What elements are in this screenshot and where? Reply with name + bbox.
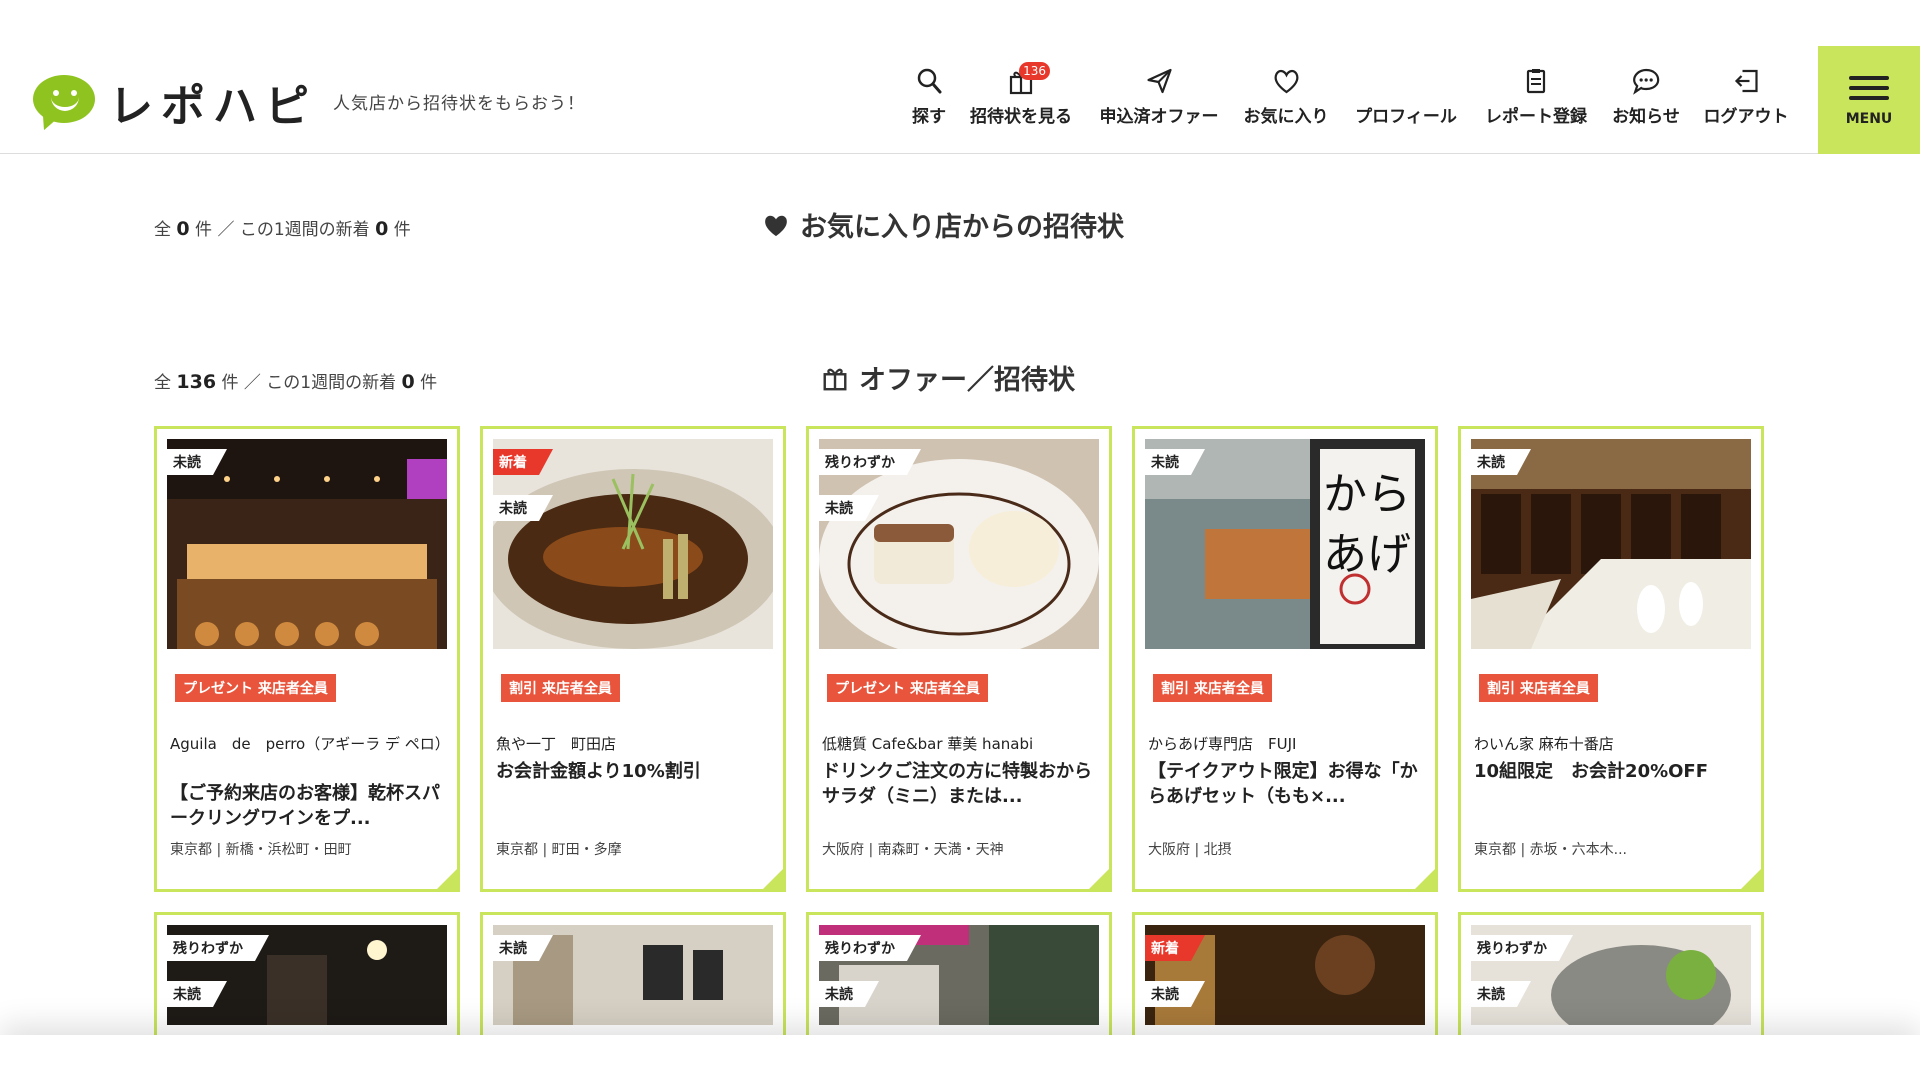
offer-title: 10組限定 お会計20%OFF [1474,761,1709,782]
search-icon [914,66,944,96]
card-corner-fold [1738,866,1764,892]
offer-category-badge: プレゼント 来店者全員 [827,674,988,702]
offer-title: 【テイクアウト限定】お得な「からあげセット（もも×... [1148,761,1418,807]
shop-name: 低糖質 Cafe&bar 華美 hanabi [822,735,1034,753]
unread-tag: 未読 [493,495,553,521]
card-corner-fold [1412,866,1438,892]
logout-icon [1731,66,1761,96]
shop-area: 大阪府 | 北摂 [1148,842,1232,858]
chat-icon [1631,66,1661,96]
unread-tag: 未読 [819,981,879,1007]
card-tags: 未読 [167,439,227,485]
unread-tag: 未読 [1145,449,1205,475]
nav-report-register[interactable]: レポート登録 [1485,66,1587,127]
offer-category-badge: 割引 来店者全員 [501,674,620,702]
card-tags: 新着 未読 [1145,925,1205,1017]
paper-plane-icon [1144,66,1174,96]
shop-area: 東京都 | 町田・多摩 [496,842,622,858]
invitation-count-badge: 136 [1019,62,1050,80]
gift-icon: 136 [1006,62,1050,96]
unread-tag: 未読 [493,935,553,961]
site-logo[interactable]: レポハピ [33,72,317,134]
offer-category-badge: 割引 来店者全員 [1153,674,1272,702]
site-header: レポハピ 人気店から招待状をもらおう！ 探す 136 招待状を見る 申込済オファ… [0,0,1920,154]
logo-smile-icon [33,75,97,134]
card-corner-fold [434,866,460,892]
shop-area: 東京都 | 新橋・浜松町・田町 [170,842,352,858]
menu-button[interactable]: MENU [1818,46,1920,154]
nav-applied-offers[interactable]: 申込済オファー [1100,66,1219,127]
unread-tag: 未読 [1471,981,1531,1007]
favorites-title: お気に入り店からの招待状 [762,205,1124,244]
card-tags: 新着 未読 [493,439,553,531]
shop-name: わいん家 麻布十番店 [1474,735,1614,753]
nav-favorites[interactable]: お気に入り [1244,66,1329,127]
card-corner-fold [760,866,786,892]
card-tags: 残りわずか 未読 [819,925,921,1017]
offer-title: ドリンクご注文の方に特製おからサラダ（ミニ）または... [822,761,1092,807]
shop-area: 大阪府 | 南森町・天満・天神 [822,842,1004,858]
offer-category-badge: プレゼント 来店者全員 [175,674,336,702]
limited-tag: 残りわずか [819,935,921,961]
nav-invitations[interactable]: 136 招待状を見る [970,62,1072,127]
unread-tag: 未読 [1471,449,1531,475]
card-tags: 残りわずか 未読 [1471,925,1573,1017]
clipboard-icon [1521,66,1551,96]
unread-tag: 未読 [1145,981,1205,1007]
limited-tag: 残りわずか [819,449,921,475]
card-tags: 残りわずか 未読 [819,439,921,531]
unread-tag: 未読 [819,495,879,521]
tagline: 人気店から招待状をもらおう！ [333,94,585,114]
unread-tag: 未読 [167,981,227,1007]
offer-card[interactable]: 残りわずか未読 プレゼント 来店者全員 低糖質 Cafe&bar 華美 hana… [806,426,1112,892]
hamburger-icon [1849,76,1889,80]
svg-text:から: から [1323,469,1411,520]
card-tags: 未読 [1471,439,1531,485]
unread-tag: 未読 [167,449,227,475]
user-icon [1391,66,1421,96]
card-tags: 未読 [1145,439,1205,485]
offer-title: お会計金額より10%割引 [496,761,701,782]
offers-count: 全 136 件 ／ この1週間の新着 0 件 [154,371,438,393]
card-tags: 残りわずか 未読 [167,925,269,1017]
limited-tag: 残りわずか [1471,935,1573,961]
new-tag: 新着 [493,449,553,475]
nav-logout[interactable]: ログアウト [1704,66,1789,127]
offer-title: 【ご予約来店のお客様】乾杯スパークリングワインをプ... [170,783,440,829]
bottom-fade [0,1035,1920,1080]
heart-icon [1271,66,1301,96]
card-tags: 未読 [493,925,553,971]
nav-profile[interactable]: プロフィール [1355,66,1457,127]
offer-card[interactable]: 未読 プレゼント 来店者全員 Aguila de perro（アギーラ デ ペロ… [154,426,460,892]
shop-name: からあげ専門店 FUJI [1148,735,1297,753]
new-tag: 新着 [1145,935,1205,961]
offer-card[interactable]: 新着未読 割引 来店者全員 魚や一丁 町田店 お会計金額より10%割引 東京都 … [480,426,786,892]
offers-title: オファー／招待状 [821,358,1075,397]
card-corner-fold [1086,866,1112,892]
svg-text:あげ: あげ [1323,529,1411,580]
nav-notifications[interactable]: お知らせ [1612,66,1680,127]
heart-filled-icon [765,215,787,236]
shop-name: Aguila de perro（アギーラ デ ペロ） [170,735,450,753]
logo-text: レポハピ [109,81,317,132]
shop-area: 東京都 | 赤坂・六本木... [1474,842,1627,858]
limited-tag: 残りわずか [167,935,269,961]
offer-card[interactable]: 未読 割引 来店者全員 わいん家 麻布十番店 10組限定 お会計20%OFF 東… [1458,426,1764,892]
offer-category-badge: 割引 来店者全員 [1479,674,1598,702]
offer-card[interactable]: からあげ 未読 割引 来店者全員 からあげ専門店 FUJI 【テイクアウト限定】… [1132,426,1438,892]
favorites-count: 全 0 件 ／ この1週間の新着 0 件 [154,218,411,240]
gift-icon [823,368,847,390]
shop-name: 魚や一丁 町田店 [496,735,617,753]
nav-search[interactable]: 探す [912,66,946,127]
